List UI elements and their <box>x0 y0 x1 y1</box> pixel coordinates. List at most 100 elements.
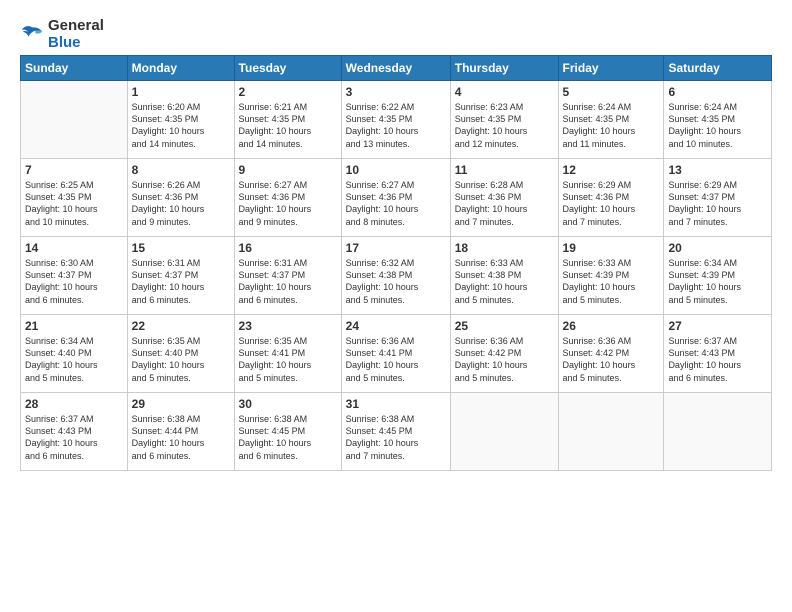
page: General Blue SundayMondayTuesdayWednesda… <box>0 0 792 612</box>
day-info: Sunrise: 6:23 AM Sunset: 4:35 PM Dayligh… <box>455 101 554 150</box>
day-info: Sunrise: 6:34 AM Sunset: 4:40 PM Dayligh… <box>25 335 123 384</box>
day-info: Sunrise: 6:31 AM Sunset: 4:37 PM Dayligh… <box>132 257 230 306</box>
empty-cell-4-6 <box>664 393 772 471</box>
day-number: 10 <box>346 162 446 178</box>
day-number: 17 <box>346 240 446 256</box>
day-cell-2: 2Sunrise: 6:21 AM Sunset: 4:35 PM Daylig… <box>234 81 341 159</box>
col-header-monday: Monday <box>127 56 234 81</box>
day-number: 30 <box>239 396 337 412</box>
day-cell-4: 4Sunrise: 6:23 AM Sunset: 4:35 PM Daylig… <box>450 81 558 159</box>
day-info: Sunrise: 6:35 AM Sunset: 4:40 PM Dayligh… <box>132 335 230 384</box>
week-row-3: 21Sunrise: 6:34 AM Sunset: 4:40 PM Dayli… <box>21 315 772 393</box>
day-info: Sunrise: 6:38 AM Sunset: 4:45 PM Dayligh… <box>239 413 337 462</box>
day-number: 9 <box>239 162 337 178</box>
day-info: Sunrise: 6:30 AM Sunset: 4:37 PM Dayligh… <box>25 257 123 306</box>
day-number: 14 <box>25 240 123 256</box>
day-cell-14: 14Sunrise: 6:30 AM Sunset: 4:37 PM Dayli… <box>21 237 128 315</box>
day-number: 27 <box>668 318 767 334</box>
day-info: Sunrise: 6:24 AM Sunset: 4:35 PM Dayligh… <box>668 101 767 150</box>
day-number: 12 <box>563 162 660 178</box>
day-info: Sunrise: 6:20 AM Sunset: 4:35 PM Dayligh… <box>132 101 230 150</box>
logo-line2: Blue <box>48 35 104 52</box>
day-number: 4 <box>455 84 554 100</box>
day-info: Sunrise: 6:24 AM Sunset: 4:35 PM Dayligh… <box>563 101 660 150</box>
day-info: Sunrise: 6:35 AM Sunset: 4:41 PM Dayligh… <box>239 335 337 384</box>
day-cell-9: 9Sunrise: 6:27 AM Sunset: 4:36 PM Daylig… <box>234 159 341 237</box>
day-info: Sunrise: 6:36 AM Sunset: 4:42 PM Dayligh… <box>455 335 554 384</box>
day-cell-6: 6Sunrise: 6:24 AM Sunset: 4:35 PM Daylig… <box>664 81 772 159</box>
day-info: Sunrise: 6:34 AM Sunset: 4:39 PM Dayligh… <box>668 257 767 306</box>
day-cell-7: 7Sunrise: 6:25 AM Sunset: 4:35 PM Daylig… <box>21 159 128 237</box>
day-number: 26 <box>563 318 660 334</box>
day-number: 23 <box>239 318 337 334</box>
day-cell-20: 20Sunrise: 6:34 AM Sunset: 4:39 PM Dayli… <box>664 237 772 315</box>
col-header-sunday: Sunday <box>21 56 128 81</box>
day-cell-31: 31Sunrise: 6:38 AM Sunset: 4:45 PM Dayli… <box>341 393 450 471</box>
day-cell-28: 28Sunrise: 6:37 AM Sunset: 4:43 PM Dayli… <box>21 393 128 471</box>
week-row-2: 14Sunrise: 6:30 AM Sunset: 4:37 PM Dayli… <box>21 237 772 315</box>
col-header-tuesday: Tuesday <box>234 56 341 81</box>
col-header-saturday: Saturday <box>664 56 772 81</box>
logo: General Blue <box>20 18 104 51</box>
day-number: 21 <box>25 318 123 334</box>
day-cell-25: 25Sunrise: 6:36 AM Sunset: 4:42 PM Dayli… <box>450 315 558 393</box>
week-row-4: 28Sunrise: 6:37 AM Sunset: 4:43 PM Dayli… <box>21 393 772 471</box>
day-number: 11 <box>455 162 554 178</box>
day-info: Sunrise: 6:36 AM Sunset: 4:41 PM Dayligh… <box>346 335 446 384</box>
day-cell-10: 10Sunrise: 6:27 AM Sunset: 4:36 PM Dayli… <box>341 159 450 237</box>
day-cell-24: 24Sunrise: 6:36 AM Sunset: 4:41 PM Dayli… <box>341 315 450 393</box>
logo-line1: General <box>48 18 104 35</box>
week-row-1: 7Sunrise: 6:25 AM Sunset: 4:35 PM Daylig… <box>21 159 772 237</box>
day-number: 25 <box>455 318 554 334</box>
day-cell-21: 21Sunrise: 6:34 AM Sunset: 4:40 PM Dayli… <box>21 315 128 393</box>
day-number: 2 <box>239 84 337 100</box>
day-info: Sunrise: 6:28 AM Sunset: 4:36 PM Dayligh… <box>455 179 554 228</box>
day-info: Sunrise: 6:22 AM Sunset: 4:35 PM Dayligh… <box>346 101 446 150</box>
day-number: 7 <box>25 162 123 178</box>
day-info: Sunrise: 6:37 AM Sunset: 4:43 PM Dayligh… <box>25 413 123 462</box>
day-info: Sunrise: 6:29 AM Sunset: 4:36 PM Dayligh… <box>563 179 660 228</box>
col-header-friday: Friday <box>558 56 664 81</box>
day-cell-13: 13Sunrise: 6:29 AM Sunset: 4:37 PM Dayli… <box>664 159 772 237</box>
day-number: 1 <box>132 84 230 100</box>
day-number: 5 <box>563 84 660 100</box>
day-number: 29 <box>132 396 230 412</box>
day-cell-27: 27Sunrise: 6:37 AM Sunset: 4:43 PM Dayli… <box>664 315 772 393</box>
day-info: Sunrise: 6:25 AM Sunset: 4:35 PM Dayligh… <box>25 179 123 228</box>
day-cell-26: 26Sunrise: 6:36 AM Sunset: 4:42 PM Dayli… <box>558 315 664 393</box>
day-number: 24 <box>346 318 446 334</box>
day-number: 22 <box>132 318 230 334</box>
day-info: Sunrise: 6:38 AM Sunset: 4:44 PM Dayligh… <box>132 413 230 462</box>
empty-cell-4-4 <box>450 393 558 471</box>
day-number: 20 <box>668 240 767 256</box>
day-cell-15: 15Sunrise: 6:31 AM Sunset: 4:37 PM Dayli… <box>127 237 234 315</box>
day-info: Sunrise: 6:37 AM Sunset: 4:43 PM Dayligh… <box>668 335 767 384</box>
day-info: Sunrise: 6:33 AM Sunset: 4:38 PM Dayligh… <box>455 257 554 306</box>
day-cell-19: 19Sunrise: 6:33 AM Sunset: 4:39 PM Dayli… <box>558 237 664 315</box>
header: General Blue <box>20 18 772 51</box>
day-info: Sunrise: 6:32 AM Sunset: 4:38 PM Dayligh… <box>346 257 446 306</box>
empty-cell-4-5 <box>558 393 664 471</box>
day-cell-1: 1Sunrise: 6:20 AM Sunset: 4:35 PM Daylig… <box>127 81 234 159</box>
day-cell-17: 17Sunrise: 6:32 AM Sunset: 4:38 PM Dayli… <box>341 237 450 315</box>
day-cell-29: 29Sunrise: 6:38 AM Sunset: 4:44 PM Dayli… <box>127 393 234 471</box>
day-number: 6 <box>668 84 767 100</box>
day-info: Sunrise: 6:27 AM Sunset: 4:36 PM Dayligh… <box>239 179 337 228</box>
day-number: 13 <box>668 162 767 178</box>
calendar-header-row: SundayMondayTuesdayWednesdayThursdayFrid… <box>21 56 772 81</box>
day-number: 19 <box>563 240 660 256</box>
calendar-table: SundayMondayTuesdayWednesdayThursdayFrid… <box>20 55 772 471</box>
day-cell-18: 18Sunrise: 6:33 AM Sunset: 4:38 PM Dayli… <box>450 237 558 315</box>
day-number: 8 <box>132 162 230 178</box>
logo-bird-icon <box>20 24 44 46</box>
day-cell-30: 30Sunrise: 6:38 AM Sunset: 4:45 PM Dayli… <box>234 393 341 471</box>
week-row-0: 1Sunrise: 6:20 AM Sunset: 4:35 PM Daylig… <box>21 81 772 159</box>
day-cell-3: 3Sunrise: 6:22 AM Sunset: 4:35 PM Daylig… <box>341 81 450 159</box>
day-info: Sunrise: 6:27 AM Sunset: 4:36 PM Dayligh… <box>346 179 446 228</box>
day-cell-12: 12Sunrise: 6:29 AM Sunset: 4:36 PM Dayli… <box>558 159 664 237</box>
day-info: Sunrise: 6:29 AM Sunset: 4:37 PM Dayligh… <box>668 179 767 228</box>
col-header-thursday: Thursday <box>450 56 558 81</box>
day-number: 3 <box>346 84 446 100</box>
day-info: Sunrise: 6:21 AM Sunset: 4:35 PM Dayligh… <box>239 101 337 150</box>
day-number: 18 <box>455 240 554 256</box>
